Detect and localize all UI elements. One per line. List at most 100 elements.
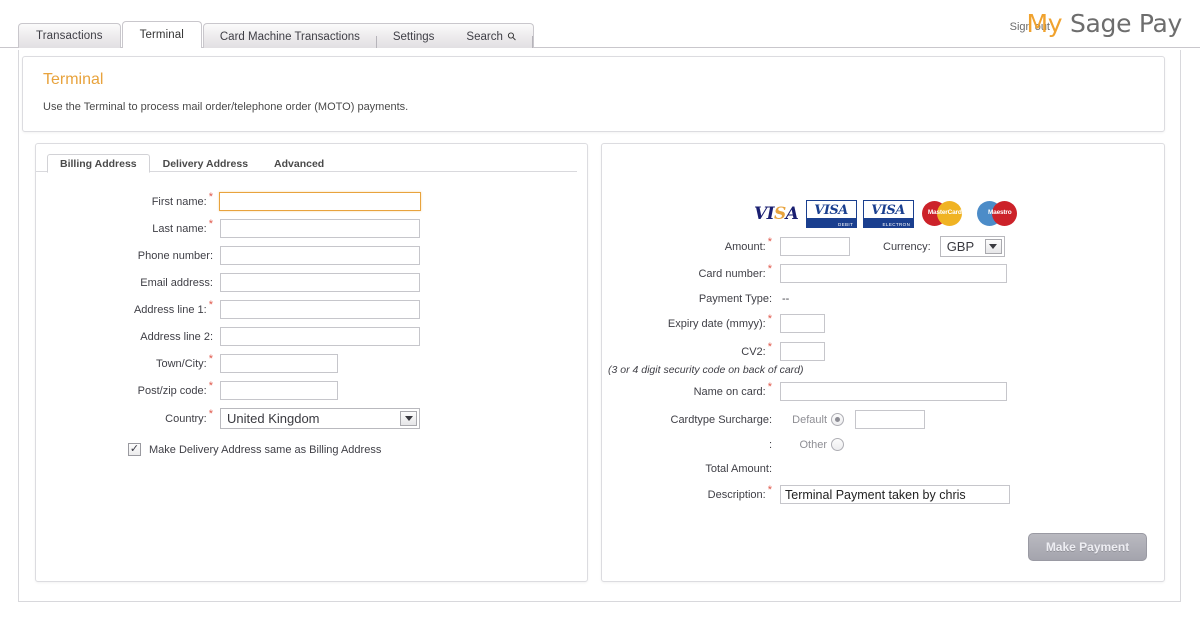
input-phone-number[interactable] <box>220 246 420 265</box>
nav-tab-transactions[interactable]: Transactions <box>18 23 121 48</box>
input-surcharge-default[interactable] <box>855 410 925 429</box>
input-address-line-2[interactable] <box>220 327 420 346</box>
nav-tab-terminal[interactable]: Terminal <box>121 21 202 48</box>
field-row-surcharge-default: Cardtype Surcharge: Default <box>602 410 925 429</box>
tab-billing-address-label: Billing Address <box>60 157 137 170</box>
field-row-last-name: Last name: * <box>36 218 456 238</box>
nav-item-settings[interactable]: Settings <box>377 25 451 48</box>
input-address-line-1[interactable] <box>220 300 420 319</box>
label-post-zip-code: Post/zip code: <box>137 384 207 397</box>
page-subtitle: Use the Terminal to process mail order/t… <box>43 101 409 113</box>
field-row-total-amount: Total Amount: <box>602 463 782 475</box>
label-email-address: Email address: <box>140 276 213 289</box>
field-row-description: Description: * <box>602 484 1010 504</box>
input-town-city[interactable] <box>220 354 338 373</box>
tab-advanced-label: Advanced <box>274 157 325 170</box>
required-marker-card-number: * <box>767 262 772 275</box>
required-marker-cv2: * <box>767 340 772 353</box>
label-same-delivery-address: Make Delivery Address same as Billing Ad… <box>149 443 382 456</box>
brand-logo-my: My <box>1026 9 1063 38</box>
nav-tab-transactions-label: Transactions <box>36 30 103 42</box>
brand-logo: My Sage Pay <box>1026 9 1183 38</box>
input-amount[interactable] <box>780 237 850 256</box>
label-last-name: Last name: <box>152 222 207 235</box>
label-description: Description: <box>707 488 766 501</box>
label-country: Country: <box>165 412 207 425</box>
visa-electron-logo: VISA ELECTRON <box>863 199 915 228</box>
field-row-phone-number: Phone number: <box>36 246 456 265</box>
tab-delivery-address-label: Delivery Address <box>162 157 249 170</box>
tab-delivery-address[interactable]: Delivery Address <box>150 154 261 173</box>
label-card-number: Card number: <box>698 267 766 280</box>
nav-separator-2 <box>531 36 533 48</box>
billing-tabs: Billing Address Delivery Address Advance… <box>47 153 337 173</box>
field-row-card-number: Card number: * <box>602 262 1007 283</box>
required-marker-expiry-date: * <box>767 312 772 325</box>
required-marker-town-city: * <box>208 352 213 365</box>
checkmark-icon: ✓ <box>129 443 140 455</box>
input-last-name[interactable] <box>220 219 420 238</box>
select-currency-value: GBP <box>946 239 975 254</box>
maestro-logo: Maestro <box>975 199 1024 228</box>
field-row-address-line-1: Address line 1: * <box>36 298 456 319</box>
input-post-zip-code[interactable] <box>220 381 338 400</box>
make-payment-button[interactable]: Make Payment <box>1028 533 1147 561</box>
tab-billing-address[interactable]: Billing Address <box>47 154 150 173</box>
field-row-town-city: Town/City: * <box>36 352 456 373</box>
required-marker-address-line-1: * <box>208 298 213 311</box>
radio-surcharge-other[interactable] <box>831 438 844 451</box>
tab-advanced[interactable]: Advanced <box>261 154 337 173</box>
top-bar: Transactions Terminal Card Machine Trans… <box>0 0 1200 49</box>
label-surcharge-default: Default <box>792 413 827 426</box>
nav-item-card-machine-transactions-label: Card Machine Transactions <box>219 30 360 43</box>
input-card-number[interactable] <box>780 264 1007 283</box>
cv2-hint-text: (3 or 4 digit security code on back of c… <box>608 364 804 376</box>
input-email-address[interactable] <box>220 273 420 292</box>
label-total-amount: Total Amount: <box>705 463 772 475</box>
input-cv2[interactable] <box>780 342 825 361</box>
billing-address-panel: Billing Address Delivery Address Advance… <box>35 143 588 582</box>
field-row-same-address: ✓ Make Delivery Address same as Billing … <box>128 443 381 456</box>
required-marker-post-zip-code: * <box>208 379 213 392</box>
required-marker-amount: * <box>767 235 772 248</box>
required-marker-first-name: * <box>208 190 213 203</box>
select-country[interactable]: United Kingdom <box>220 408 420 429</box>
brand-logo-sagepay: Sage Pay <box>1069 9 1182 38</box>
radio-surcharge-default[interactable] <box>831 413 844 426</box>
field-row-payment-type: Payment Type: -- <box>602 293 790 305</box>
label-cv2: CV2: <box>741 345 766 358</box>
field-row-first-name: First name: * <box>36 190 456 211</box>
nav-item-card-machine-transactions[interactable]: Card Machine Transactions <box>204 25 376 48</box>
nav-tab-group: Card Machine Transactions Settings Searc… <box>202 23 534 48</box>
chevron-down-icon <box>400 411 417 426</box>
label-phone-number: Phone number: <box>137 249 213 262</box>
input-expiry-date[interactable] <box>780 314 825 333</box>
page-title: Terminal <box>43 71 104 88</box>
field-row-country: Country: * United Kingdom <box>36 408 456 429</box>
label-expiry-date: Expiry date (mmyy): <box>667 317 766 330</box>
mastercard-logo: MasterCard <box>920 199 969 228</box>
accepted-card-logos: VISA VISA DEBIT VISA ELECTRON MasterCard M… <box>752 199 1024 228</box>
label-currency: Currency: <box>883 240 931 253</box>
payment-details-panel: VISA VISA DEBIT VISA ELECTRON MasterCard M… <box>601 143 1165 582</box>
required-marker-country: * <box>208 407 213 420</box>
input-first-name[interactable] <box>219 192 421 211</box>
checkbox-same-delivery-address[interactable]: ✓ <box>128 443 141 456</box>
search-icon: ⚲ <box>505 29 520 44</box>
field-row-surcharge-other: : Other <box>602 438 844 451</box>
label-first-name: First name: <box>151 195 207 208</box>
field-row-amount: Amount: * Currency: GBP <box>602 236 1005 257</box>
nav-item-search[interactable]: Search ⚲ <box>450 25 532 48</box>
required-marker-name-on-card: * <box>767 380 772 393</box>
label-surcharge-other: Other <box>799 438 827 451</box>
select-currency[interactable]: GBP <box>939 236 1005 257</box>
visa-debit-logo: VISA DEBIT <box>806 199 858 228</box>
main-navigation: Transactions Terminal Card Machine Trans… <box>18 21 534 48</box>
field-row-expiry-date: Expiry date (mmyy): * <box>602 312 825 333</box>
page-header-panel: Terminal Use the Terminal to process mai… <box>22 56 1165 132</box>
label-surcharge-colon: : <box>768 438 772 451</box>
field-row-post-zip-code: Post/zip code: * <box>36 379 456 400</box>
input-name-on-card[interactable] <box>780 382 1007 401</box>
visa-logo: VISA <box>754 203 799 224</box>
input-description[interactable] <box>780 485 1010 504</box>
